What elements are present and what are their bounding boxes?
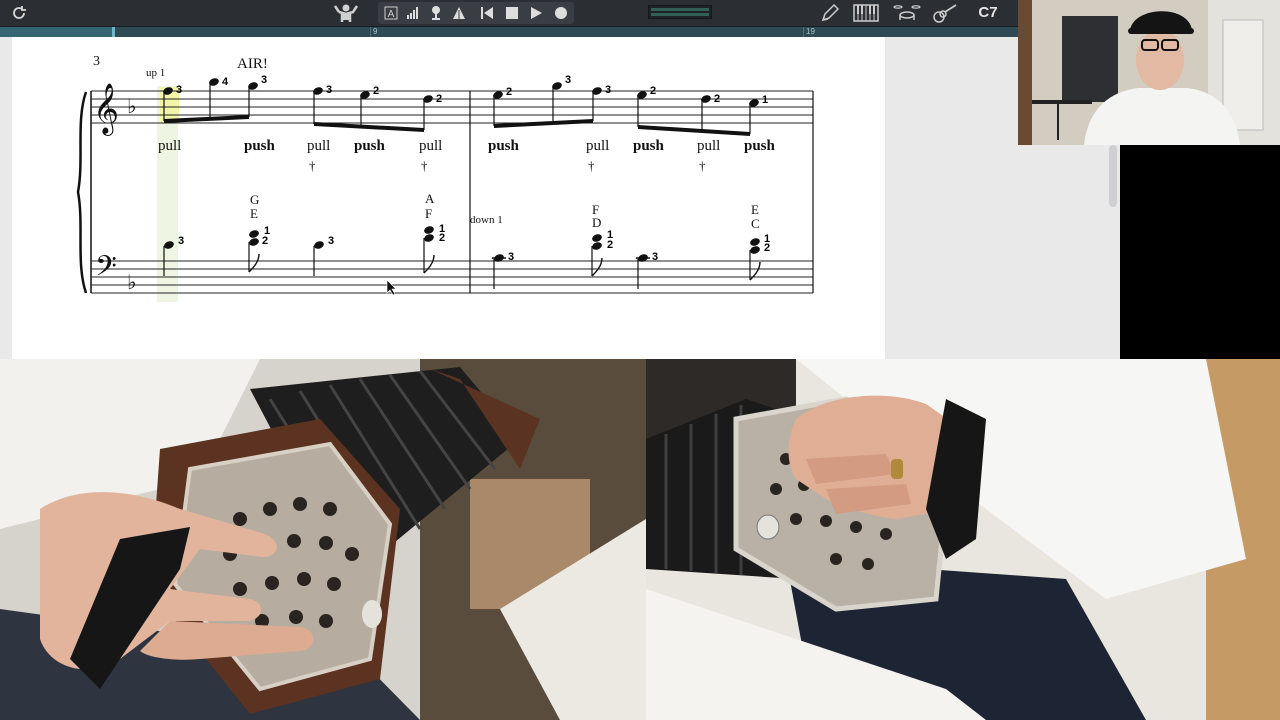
bellows-pull: pull bbox=[419, 138, 443, 154]
bellows-push: push bbox=[354, 138, 385, 154]
chord-note-name: C bbox=[751, 216, 760, 231]
treble-clef: 𝄞 bbox=[93, 83, 119, 136]
fingering: 2 bbox=[506, 86, 513, 98]
chord-note-name: F bbox=[425, 206, 433, 221]
fingering: 2 bbox=[607, 239, 614, 251]
measure-number: 3 bbox=[93, 54, 100, 69]
fingering: 3 bbox=[261, 74, 268, 86]
brace bbox=[76, 91, 88, 294]
right-hand-camera bbox=[646, 359, 1280, 720]
chord-note-name: E bbox=[250, 206, 258, 221]
dagger-mark: † bbox=[309, 158, 316, 173]
bass-staff-lines bbox=[91, 260, 813, 294]
fingering: 3 bbox=[652, 251, 659, 263]
fingering: 2 bbox=[714, 93, 721, 105]
fingering: 2 bbox=[650, 85, 657, 97]
dagger-mark: † bbox=[588, 158, 595, 173]
beams bbox=[164, 115, 750, 136]
left-hand-camera bbox=[0, 359, 646, 720]
hand-marker: up 1 bbox=[146, 67, 166, 79]
music-staff: 𝄞 𝄢 ♭ ♭ bbox=[76, 78, 814, 302]
fingering: 2 bbox=[439, 232, 446, 244]
fingering: 2 bbox=[262, 235, 269, 247]
flat-sign: ♭ bbox=[127, 94, 136, 118]
hand-marker: down 1 bbox=[470, 214, 503, 226]
fingering: 3 bbox=[565, 74, 572, 86]
bellows-push: push bbox=[633, 138, 664, 154]
fingering: 4 bbox=[222, 76, 229, 88]
bass-notes bbox=[164, 226, 760, 262]
fingering: 1 bbox=[762, 94, 769, 106]
fingering: 3 bbox=[508, 251, 515, 263]
tempo-text: AIR! bbox=[237, 56, 268, 72]
fingering: 3 bbox=[178, 235, 185, 247]
dagger-mark: † bbox=[421, 158, 428, 173]
fingering: 3 bbox=[328, 235, 335, 247]
fingering: 2 bbox=[373, 85, 380, 97]
flat-sign: ♭ bbox=[127, 270, 136, 294]
webcam-view bbox=[1018, 0, 1280, 145]
chord-note-name: A bbox=[425, 191, 435, 206]
bellows-push: push bbox=[488, 138, 519, 154]
fingering: 2 bbox=[436, 93, 443, 105]
chord-note-name: D bbox=[592, 215, 602, 230]
fingering: 3 bbox=[176, 84, 183, 96]
fingering: 3 bbox=[605, 84, 612, 96]
bellows-pull: pull bbox=[307, 138, 331, 154]
dagger-mark: † bbox=[699, 158, 706, 173]
fingering: 3 bbox=[326, 84, 333, 96]
bellows-pull: pull bbox=[586, 138, 610, 154]
black-panel bbox=[1120, 145, 1280, 359]
treble-notes bbox=[163, 78, 759, 107]
bellows-pull: pull bbox=[697, 138, 721, 154]
bellows-pull: pull bbox=[158, 138, 182, 154]
bass-clef: 𝄢 bbox=[95, 250, 117, 290]
bellows-push: push bbox=[244, 138, 275, 154]
fingering: 2 bbox=[764, 242, 771, 254]
bellows-push: push bbox=[744, 138, 775, 154]
